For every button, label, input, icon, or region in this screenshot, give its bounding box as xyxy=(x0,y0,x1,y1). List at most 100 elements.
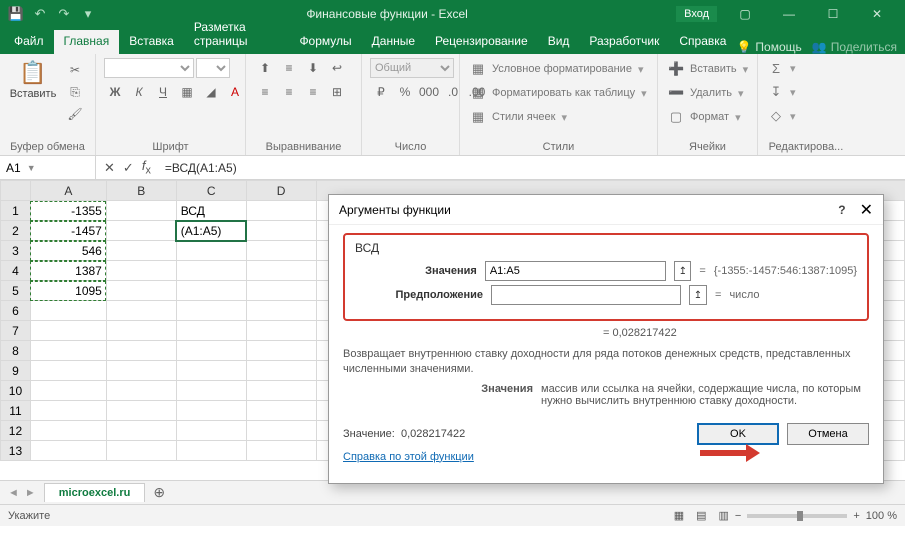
maximize-icon[interactable]: ☐ xyxy=(811,0,855,28)
sheet-nav-next-icon[interactable]: ► xyxy=(25,487,36,499)
ribbon-display-icon[interactable]: ▢ xyxy=(723,0,767,28)
cut-icon[interactable]: ✂ xyxy=(64,60,86,80)
cell[interactable] xyxy=(106,281,176,301)
cell[interactable] xyxy=(246,381,316,401)
row-header[interactable]: 6 xyxy=(1,301,31,321)
align-right-icon[interactable]: ≡ xyxy=(302,82,324,102)
row-header[interactable]: 3 xyxy=(1,241,31,261)
cell[interactable] xyxy=(106,201,176,221)
cell[interactable] xyxy=(176,401,246,421)
tab-file[interactable]: Файл xyxy=(4,30,54,54)
cell[interactable] xyxy=(30,381,106,401)
formula-input[interactable]: =ВСД(A1:A5) xyxy=(159,161,905,175)
login-button[interactable]: Вход xyxy=(676,6,717,22)
autosave-icon[interactable]: 💾 xyxy=(6,4,26,24)
share-button[interactable]: 👥Поделиться xyxy=(812,40,897,54)
dialog-help-icon[interactable]: ? xyxy=(838,203,845,217)
cell[interactable] xyxy=(30,441,106,461)
cell[interactable] xyxy=(106,341,176,361)
add-sheet-icon[interactable]: ⊕ xyxy=(145,484,173,501)
cell[interactable] xyxy=(246,421,316,441)
cell[interactable] xyxy=(106,441,176,461)
sheet-nav-prev-icon[interactable]: ◄ xyxy=(8,487,19,499)
cell[interactable] xyxy=(176,241,246,261)
row-header[interactable]: 2 xyxy=(1,221,31,241)
currency-icon[interactable]: ₽ xyxy=(370,82,392,102)
col-header-c[interactable]: C xyxy=(176,181,246,201)
comma-icon[interactable]: 000 xyxy=(418,82,440,102)
align-mid-icon[interactable]: ≡ xyxy=(278,58,300,78)
cell[interactable] xyxy=(176,361,246,381)
tellme[interactable]: 💡Помощь xyxy=(736,40,801,54)
tab-data[interactable]: Данные xyxy=(362,30,425,54)
row-header[interactable]: 1 xyxy=(1,201,31,221)
row-header[interactable]: 12 xyxy=(1,421,31,441)
merge-icon[interactable]: ⊞ xyxy=(326,82,348,102)
view-pagebreak-icon[interactable]: ▥ xyxy=(713,509,735,522)
cell[interactable] xyxy=(246,221,316,241)
cell[interactable] xyxy=(176,441,246,461)
cell[interactable] xyxy=(106,301,176,321)
cell[interactable] xyxy=(106,361,176,381)
tab-home[interactable]: Главная xyxy=(54,30,120,54)
cell[interactable] xyxy=(246,301,316,321)
bold-icon[interactable]: Ж xyxy=(104,82,126,102)
delete-cells-button[interactable]: ➖Удалить▾ xyxy=(666,84,750,102)
tab-developer[interactable]: Разработчик xyxy=(579,30,669,54)
align-top-icon[interactable]: ⬆ xyxy=(254,58,276,78)
tab-layout[interactable]: Разметка страницы xyxy=(184,16,290,54)
cell[interactable] xyxy=(246,341,316,361)
cell[interactable] xyxy=(246,281,316,301)
cell[interactable] xyxy=(176,421,246,441)
fx-icon[interactable]: fx xyxy=(142,158,151,177)
cell[interactable] xyxy=(106,261,176,281)
cell[interactable]: (A1:A5) xyxy=(176,221,246,241)
zoom-out-icon[interactable]: − xyxy=(735,510,741,522)
cell[interactable] xyxy=(246,441,316,461)
cell[interactable]: -1457 xyxy=(30,221,106,241)
row-header[interactable]: 4 xyxy=(1,261,31,281)
tab-formulas[interactable]: Формулы xyxy=(289,30,361,54)
accept-formula-icon[interactable]: ✓ xyxy=(123,160,134,176)
view-layout-icon[interactable]: ▤ xyxy=(690,509,712,522)
ok-button[interactable]: OK xyxy=(697,423,779,445)
fill-button[interactable]: ↧▾ xyxy=(766,83,798,101)
cell[interactable] xyxy=(106,421,176,441)
align-bot-icon[interactable]: ⬇ xyxy=(302,58,324,78)
copy-icon[interactable]: ⎘ xyxy=(64,82,86,102)
arg2-input[interactable] xyxy=(491,285,681,305)
row-header[interactable]: 13 xyxy=(1,441,31,461)
qat-dropdown-icon[interactable]: ▾ xyxy=(78,4,98,24)
arg1-range-picker-icon[interactable]: ↥ xyxy=(674,261,691,281)
cell[interactable] xyxy=(246,361,316,381)
cell[interactable] xyxy=(30,301,106,321)
clear-button[interactable]: ◇▾ xyxy=(766,107,798,125)
cond-format-button[interactable]: ▦Условное форматирование▾ xyxy=(468,60,649,78)
align-left-icon[interactable]: ≡ xyxy=(254,82,276,102)
cell[interactable] xyxy=(176,341,246,361)
format-cells-button[interactable]: ▢Формат▾ xyxy=(666,108,750,126)
col-header-d[interactable]: D xyxy=(246,181,316,201)
cell[interactable] xyxy=(246,401,316,421)
cell[interactable] xyxy=(106,381,176,401)
font-size-select[interactable] xyxy=(196,58,230,78)
cell[interactable]: 546 xyxy=(30,241,106,261)
border-icon[interactable]: ▦ xyxy=(176,82,198,102)
zoom-in-icon[interactable]: + xyxy=(853,510,859,522)
arg2-range-picker-icon[interactable]: ↥ xyxy=(689,285,707,305)
cell[interactable] xyxy=(176,261,246,281)
cell[interactable] xyxy=(106,401,176,421)
cell-styles-button[interactable]: ▦Стили ячеек▾ xyxy=(468,108,649,126)
zoom-level[interactable]: 100 % xyxy=(866,510,897,522)
cell[interactable] xyxy=(30,421,106,441)
zoom-slider[interactable] xyxy=(747,514,847,518)
cell[interactable] xyxy=(176,281,246,301)
cancel-button[interactable]: Отмена xyxy=(787,423,869,445)
view-normal-icon[interactable]: ▦ xyxy=(668,509,690,522)
cell[interactable] xyxy=(246,241,316,261)
fillcolor-icon[interactable]: ◢ xyxy=(200,82,222,102)
cell[interactable] xyxy=(30,361,106,381)
row-header[interactable]: 11 xyxy=(1,401,31,421)
number-format-select[interactable]: Общий xyxy=(370,58,454,78)
cell[interactable] xyxy=(106,241,176,261)
